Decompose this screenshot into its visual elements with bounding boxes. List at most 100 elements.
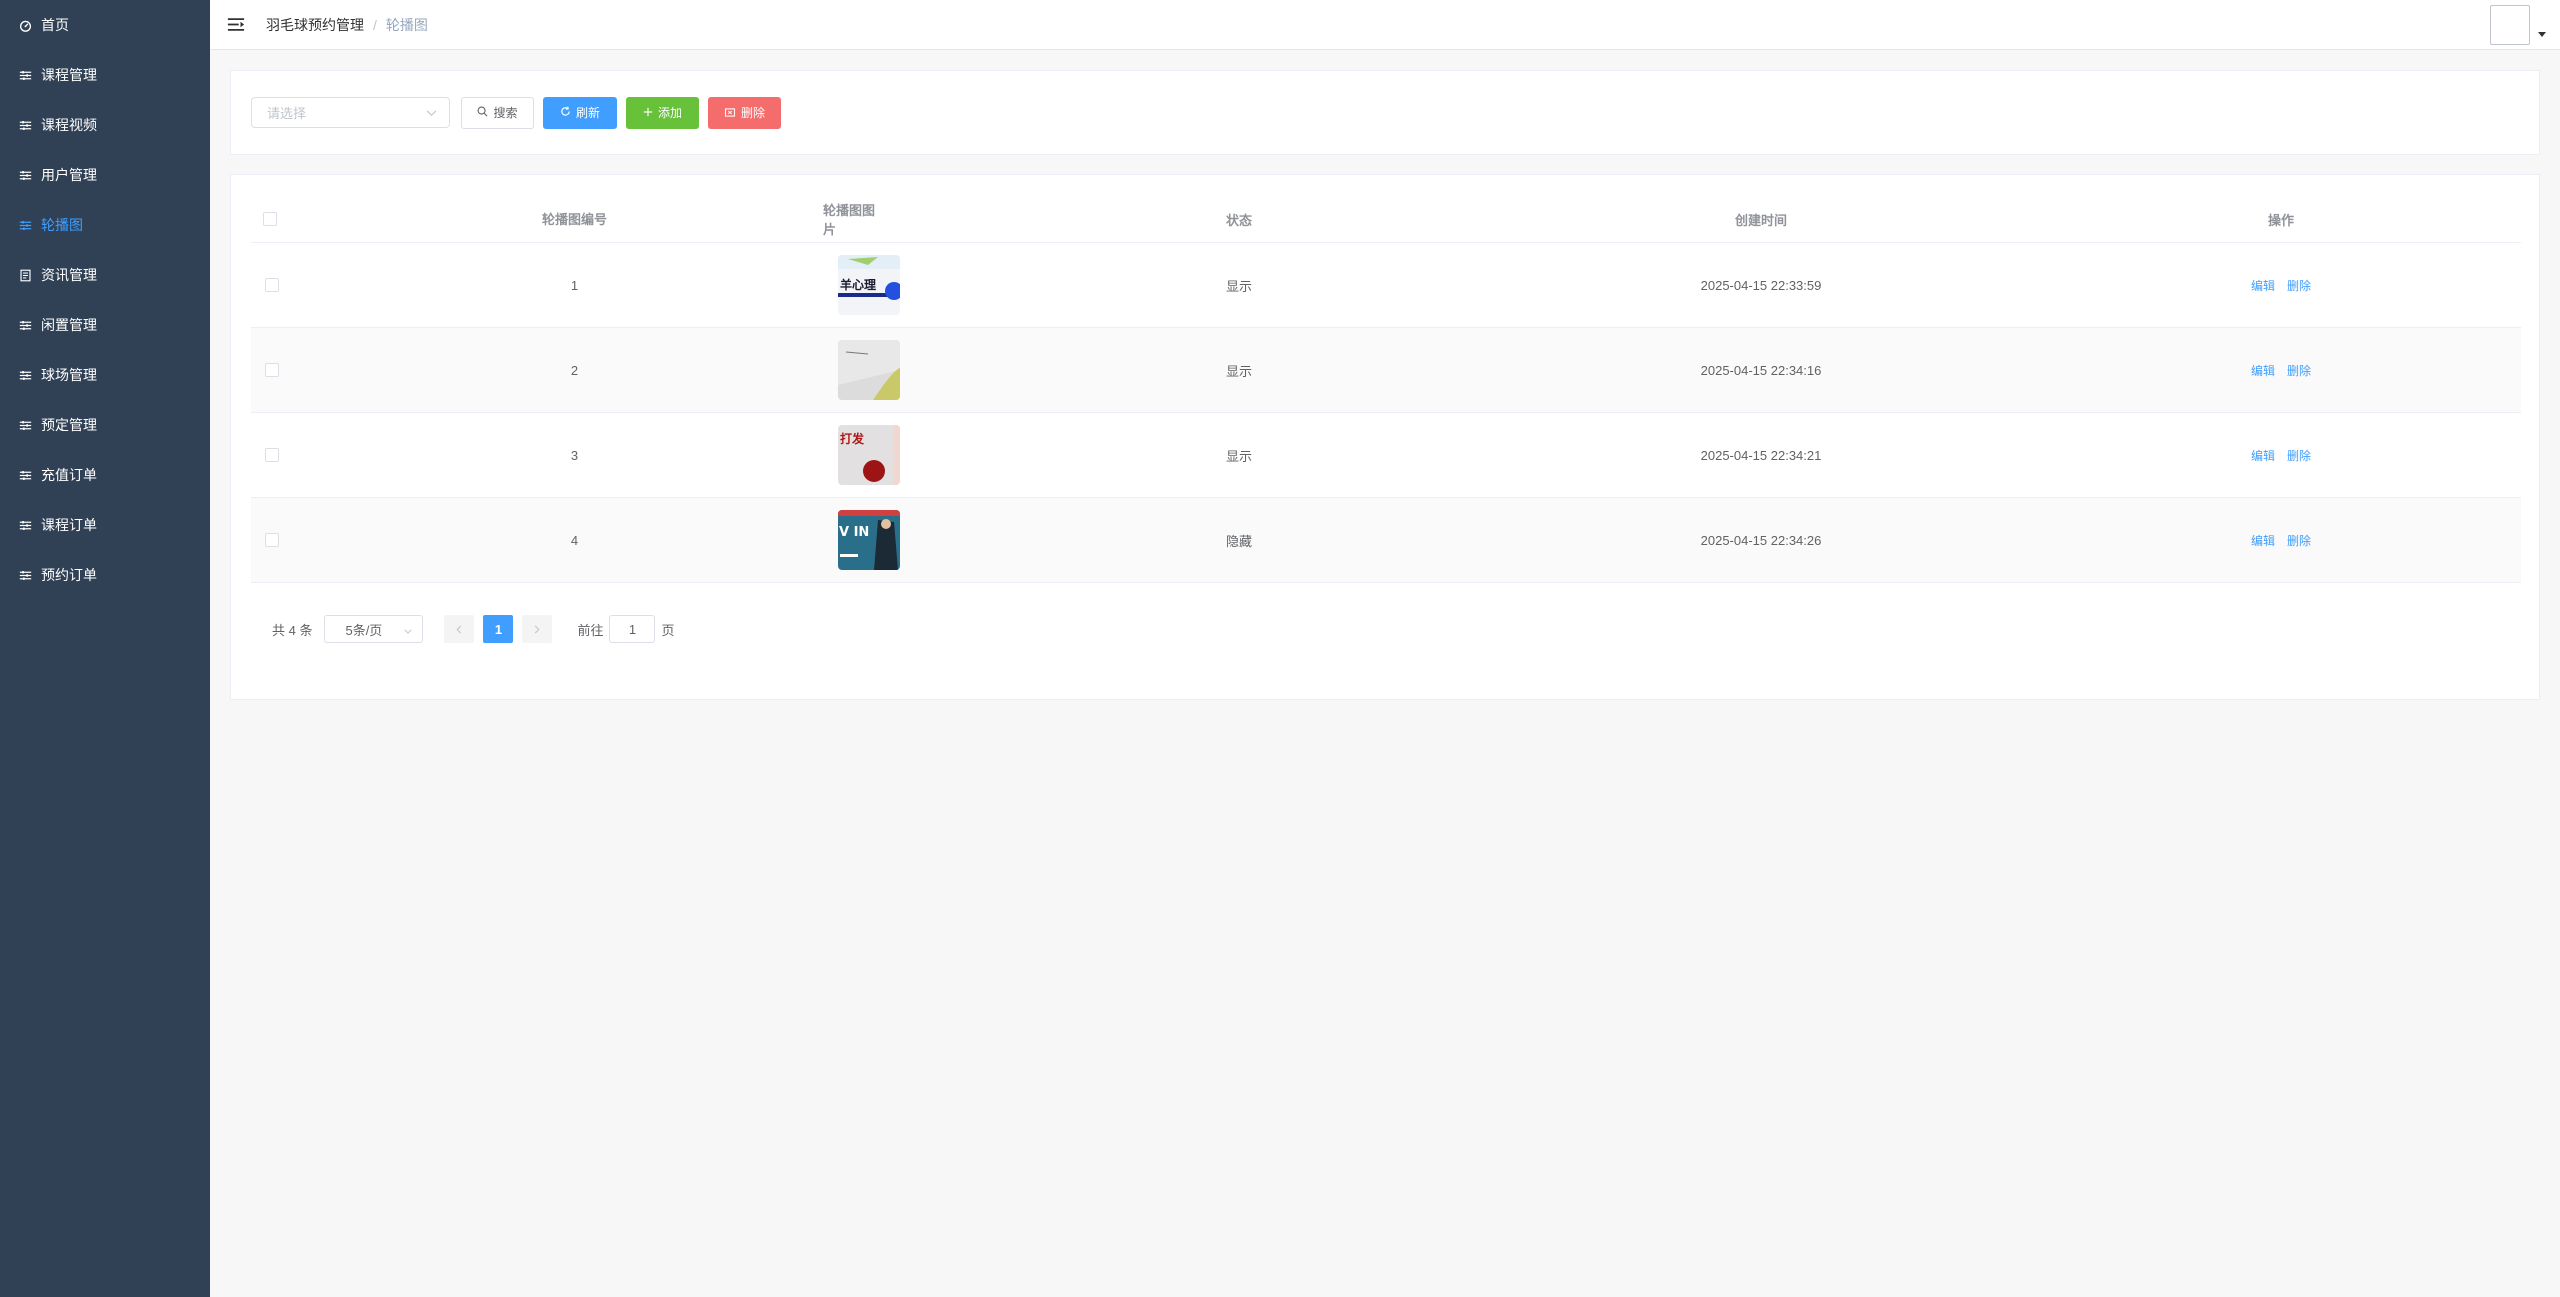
sidebar-item-label: 闲置管理 xyxy=(41,317,97,333)
sidebar-item-label: 资讯管理 xyxy=(41,267,97,283)
page-size-select[interactable]: 5条/页 xyxy=(324,615,424,643)
top-navbar: 羽毛球预约管理 / 轮播图 xyxy=(210,0,2560,50)
page-jumper: 前往 1 页 xyxy=(577,615,675,643)
row-created: 2025-04-15 22:34:16 xyxy=(1700,363,1822,378)
sidebar-item-course-video[interactable]: 课程视频 xyxy=(0,100,210,150)
search-panel: 请选择 搜索 刷新 添加 删除 xyxy=(230,70,2540,155)
sliders-icon xyxy=(18,168,32,182)
delete-link[interactable]: 删除 xyxy=(2287,362,2311,379)
sidebar-item-recharge-orders[interactable]: 充值订单 xyxy=(0,450,210,500)
table-header: 轮播图编号 轮播图图片 状态 创建时间 操作 xyxy=(251,195,2521,243)
sidebar-item-booking[interactable]: 预定管理 xyxy=(0,400,210,450)
sidebar-item-courts[interactable]: 球场管理 xyxy=(0,350,210,400)
delete-link[interactable]: 删除 xyxy=(2287,447,2311,464)
sliders-icon xyxy=(18,218,32,232)
edit-link[interactable]: 编辑 xyxy=(2251,447,2275,464)
sidebar-item-course-orders[interactable]: 课程订单 xyxy=(0,500,210,550)
search-button[interactable]: 搜索 xyxy=(461,96,534,129)
row-actions: 编辑 删除 xyxy=(2241,413,2321,498)
goto-page-input[interactable]: 1 xyxy=(609,615,656,643)
row-checkbox[interactable] xyxy=(265,278,279,292)
thumbnail-text: 羊心理 xyxy=(840,277,876,292)
add-button[interactable]: 添加 xyxy=(626,96,699,129)
sliders-icon xyxy=(18,518,32,532)
delete-icon xyxy=(724,106,736,120)
breadcrumb-root[interactable]: 羽毛球预约管理 xyxy=(266,15,364,35)
sliders-icon xyxy=(18,118,32,132)
search-icon xyxy=(477,106,488,120)
row-checkbox[interactable] xyxy=(265,363,279,377)
delete-button-label: 删除 xyxy=(740,106,765,120)
sidebar-item-news[interactable]: 资讯管理 xyxy=(0,250,210,300)
chevron-right-icon xyxy=(535,625,541,633)
row-id: 1 xyxy=(570,277,579,293)
goto-suffix: 页 xyxy=(661,622,675,638)
row-checkbox[interactable] xyxy=(265,533,279,547)
row-status: 隐藏 xyxy=(1225,534,1252,549)
row-created: 2025-04-15 22:34:26 xyxy=(1700,533,1822,548)
table-row: 2 显示 2025-04-15 22:34:16 编辑 删除 xyxy=(251,328,2521,413)
sidebar-item-label: 首页 xyxy=(41,17,69,33)
sliders-icon xyxy=(18,568,32,582)
row-actions: 编辑 删除 xyxy=(2241,328,2321,413)
header-image: 轮播图图片 xyxy=(823,203,876,237)
edit-link[interactable]: 编辑 xyxy=(2251,532,2275,549)
sidebar-item-idle[interactable]: 闲置管理 xyxy=(0,300,210,350)
caret-down-icon[interactable] xyxy=(2538,32,2546,37)
select-all-checkbox[interactable] xyxy=(263,211,277,226)
row-checkbox-cell xyxy=(251,243,291,327)
hamburger-menu-icon[interactable] xyxy=(226,16,246,34)
row-id: 4 xyxy=(570,532,579,548)
avatar[interactable] xyxy=(2490,5,2530,45)
edit-link[interactable]: 编辑 xyxy=(2251,362,2275,379)
refresh-button[interactable]: 刷新 xyxy=(543,96,617,129)
sliders-icon xyxy=(18,368,32,382)
select-placeholder: 请选择 xyxy=(267,106,307,121)
delete-link[interactable]: 删除 xyxy=(2287,277,2311,294)
breadcrumb-separator: / xyxy=(373,16,377,33)
carousel-thumbnail[interactable] xyxy=(838,340,900,400)
row-id: 2 xyxy=(570,362,579,378)
chevron-down-icon xyxy=(426,105,437,120)
pagination-total: 共 4 条 xyxy=(272,622,313,638)
filter-select[interactable]: 请选择 xyxy=(251,97,450,128)
header-status: 状态 xyxy=(1225,212,1252,228)
delete-button[interactable]: 删除 xyxy=(708,96,781,129)
edit-link[interactable]: 编辑 xyxy=(2251,277,2275,294)
table-row: 4 V IN 隐藏 2025-04-15 22:34:26 编辑 删除 xyxy=(251,498,2521,583)
sidebar-item-label: 用户管理 xyxy=(41,167,97,183)
header-created: 创建时间 xyxy=(1734,212,1787,228)
sidebar-item-reservation-orders[interactable]: 预约订单 xyxy=(0,550,210,600)
row-checkbox[interactable] xyxy=(265,448,279,462)
row-checkbox-cell xyxy=(251,413,291,497)
delete-link[interactable]: 删除 xyxy=(2287,532,2311,549)
sidebar-item-course[interactable]: 课程管理 xyxy=(0,50,210,100)
sidebar-item-users[interactable]: 用户管理 xyxy=(0,150,210,200)
document-icon xyxy=(18,268,32,282)
table-row: 3 打发 显示 2025-04-15 22:34:21 编辑 删除 xyxy=(251,413,2521,498)
next-page-button[interactable] xyxy=(522,615,553,643)
row-created: 2025-04-15 22:33:59 xyxy=(1700,278,1822,293)
thumbnail-text: 打发 xyxy=(840,431,865,446)
page-number-current[interactable]: 1 xyxy=(483,615,514,643)
table-panel: 轮播图编号 轮播图图片 状态 创建时间 操作 1 羊心理 显示 2025-04-… xyxy=(230,174,2540,700)
table-row: 1 羊心理 显示 2025-04-15 22:33:59 编辑 删除 xyxy=(251,243,2521,328)
carousel-table: 轮播图编号 轮播图图片 状态 创建时间 操作 1 羊心理 显示 2025-04-… xyxy=(251,195,2521,583)
sidebar-item-carousel[interactable]: 轮播图 xyxy=(0,200,210,250)
breadcrumb-current: 轮播图 xyxy=(385,16,428,33)
refresh-button-label: 刷新 xyxy=(575,106,600,120)
sidebar-item-home[interactable]: 首页 xyxy=(0,0,210,50)
prev-page-button[interactable] xyxy=(444,615,475,643)
row-actions: 编辑 删除 xyxy=(2241,243,2321,328)
sidebar-item-label: 课程订单 xyxy=(41,517,97,533)
carousel-thumbnail[interactable]: V IN xyxy=(838,510,900,570)
sliders-icon xyxy=(18,468,32,482)
sidebar-item-label: 课程视频 xyxy=(41,117,97,133)
carousel-thumbnail[interactable]: 打发 xyxy=(838,425,900,485)
carousel-thumbnail[interactable]: 羊心理 xyxy=(838,255,900,315)
dashboard-icon xyxy=(18,18,32,32)
sidebar: 首页 课程管理 课程视频 用户管理 轮播图 资讯管理 闲置管理 球场管理 预定管… xyxy=(0,0,210,1297)
add-button-label: 添加 xyxy=(657,106,682,120)
search-button-label: 搜索 xyxy=(493,106,518,120)
row-checkbox-cell xyxy=(251,328,291,412)
